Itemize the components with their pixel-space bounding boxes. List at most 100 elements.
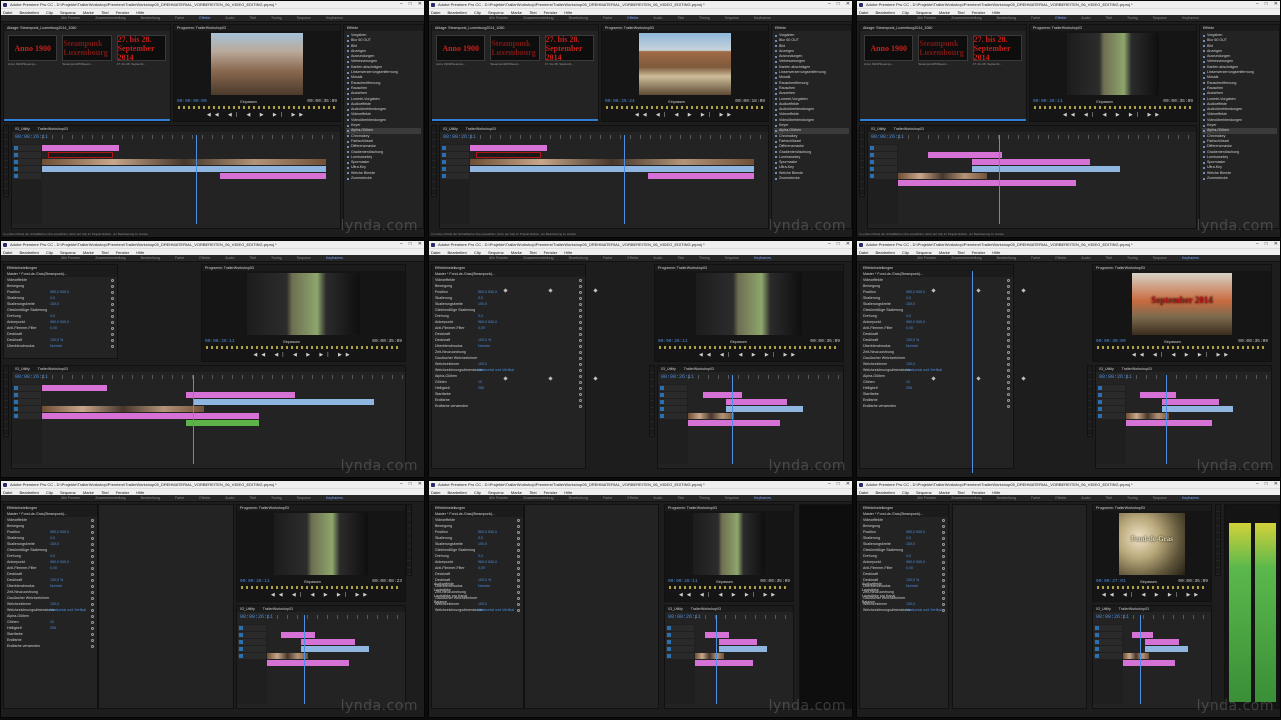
keyframe-marker[interactable] [1021, 288, 1026, 293]
program-current-timecode[interactable]: 00:00:26:11 [1033, 99, 1063, 104]
program-current-timecode[interactable]: 00:00:26:11 [658, 339, 688, 344]
tool-button[interactable] [1088, 408, 1092, 415]
transport-controls[interactable]: ◀◀ ◀| ◀ ▶ ▶| ▶▶ [202, 352, 405, 358]
keyframe-stopwatch-icon[interactable] [1007, 368, 1010, 372]
keyframe-stopwatch-icon[interactable] [579, 278, 582, 282]
tool-button[interactable] [432, 147, 436, 154]
tool-button[interactable] [1088, 380, 1092, 387]
workspace-tab[interactable]: Farbe [175, 256, 184, 260]
timeline-clip[interactable] [1161, 406, 1234, 412]
track-header[interactable] [659, 392, 687, 398]
keyframe-stopwatch-icon[interactable] [1007, 380, 1010, 384]
track-header[interactable] [1094, 632, 1122, 638]
transport-controls[interactable]: ◀◀ ◀| ◀ ▶ ▶| ▶▶ [237, 592, 405, 598]
workspace-tab[interactable]: Zusammenstellung [523, 16, 553, 20]
track-header[interactable] [666, 639, 694, 645]
tool-button[interactable] [4, 140, 8, 147]
timeline-tab[interactable]: 03_Utility [871, 127, 886, 131]
keyframe-stopwatch-icon[interactable] [1007, 278, 1010, 282]
keyframe-stopwatch-icon[interactable] [579, 386, 582, 390]
keyframe-stopwatch-icon[interactable] [91, 638, 94, 642]
track-header[interactable] [13, 173, 41, 179]
keyframe-stopwatch-icon[interactable] [91, 578, 94, 582]
timeline-clip[interactable] [47, 152, 114, 158]
workspace-tab[interactable]: Bearbeitung [569, 496, 588, 500]
timeline-tab[interactable]: TrailerWorkshop03 [684, 367, 714, 371]
minimize-icon[interactable]: – [400, 481, 403, 488]
tool-button[interactable] [1088, 394, 1092, 401]
keyframe-stopwatch-icon[interactable] [91, 572, 94, 576]
transport-controls[interactable]: ◀◀ ◀| ◀ ▶ ▶| ▶▶ [665, 592, 793, 598]
minimize-icon[interactable]: – [400, 241, 403, 248]
maximize-icon[interactable]: □ [409, 481, 412, 488]
audio-waveform-scrubber[interactable] [178, 106, 336, 109]
keyframe-stopwatch-icon[interactable] [579, 398, 582, 402]
tool-button[interactable] [650, 387, 654, 394]
timeline-clip[interactable] [219, 173, 327, 179]
workspace-tab[interactable]: Alle Fenster [917, 496, 936, 500]
tool-button[interactable] [860, 161, 864, 168]
zoom-level-select[interactable]: Einpassen [1140, 580, 1157, 584]
workspace-tab[interactable]: Alle Fenster [61, 16, 80, 20]
audio-waveform-scrubber[interactable] [241, 586, 401, 589]
workspace-tab[interactable]: Audio [1081, 16, 1090, 20]
keyframe-stopwatch-icon[interactable] [91, 602, 94, 606]
keyframe-stopwatch-icon[interactable] [517, 572, 520, 576]
keyframe-stopwatch-icon[interactable] [942, 542, 945, 546]
tool-button[interactable] [650, 422, 654, 429]
workspace-tab[interactable]: Sequenz [297, 496, 311, 500]
maximize-icon[interactable]: □ [837, 1, 840, 8]
keyframe-stopwatch-icon[interactable] [942, 530, 945, 534]
workspace-tab[interactable]: Sequenz [297, 16, 311, 20]
workspace-tab[interactable]: Sequenz [297, 256, 311, 260]
workspace-tab[interactable]: Sequenz [725, 256, 739, 260]
timeline-playhead[interactable] [1140, 615, 1142, 704]
tool-button[interactable] [4, 168, 8, 175]
keyframe-stopwatch-icon[interactable] [579, 332, 582, 336]
keyframe-stopwatch-icon[interactable] [91, 584, 94, 588]
keyframe-stopwatch-icon[interactable] [91, 548, 94, 552]
keyframe-stopwatch-icon[interactable] [91, 560, 94, 564]
workspace-tab[interactable]: Audio [225, 16, 234, 20]
timeline-clip[interactable] [898, 173, 987, 179]
timeline-clip[interactable] [475, 152, 542, 158]
workspace-tab[interactable]: Bearbeitung [141, 16, 160, 20]
workspace-tab[interactable]: Zusammenstellung [951, 256, 981, 260]
tool-button[interactable] [860, 168, 864, 175]
timeline-clip[interactable] [470, 159, 755, 165]
tool-button[interactable] [432, 189, 436, 196]
tool-button[interactable] [1216, 554, 1220, 561]
track-header[interactable] [13, 413, 41, 419]
track-header[interactable] [869, 173, 897, 179]
audio-effect-row[interactable]: Balance [859, 599, 949, 605]
minimize-icon[interactable]: – [400, 1, 403, 8]
keyframe-stopwatch-icon[interactable] [517, 542, 520, 546]
bin-thumbnail[interactable]: Anno 1900 [8, 35, 58, 61]
workspace-tab[interactable]: Zusammenstellung [951, 496, 981, 500]
timeline-clip[interactable] [1123, 660, 1175, 666]
keyframe-stopwatch-icon[interactable] [579, 284, 582, 288]
timeline-tab[interactable]: TrailerWorkshop03 [38, 367, 68, 371]
tool-button[interactable] [407, 568, 411, 575]
keyframe-stopwatch-icon[interactable] [579, 308, 582, 312]
tool-button[interactable] [432, 175, 436, 182]
program-current-timecode[interactable]: 00:00:00:00 [177, 99, 207, 104]
tool-button[interactable] [650, 401, 654, 408]
timeline-playhead[interactable] [195, 135, 197, 224]
effects-tree-item[interactable]: Zoomstrecke [346, 176, 421, 181]
close-icon[interactable]: ✕ [846, 481, 850, 488]
timeline-clip[interactable] [193, 399, 375, 405]
workspace-tab[interactable]: Audio [225, 256, 234, 260]
workspace-tab[interactable]: Zusammenstellung [95, 496, 125, 500]
effect-property-value[interactable]: Normal [50, 343, 62, 349]
timeline-clip[interactable] [267, 660, 349, 666]
workspace-tab[interactable]: Bearbeitung [141, 256, 160, 260]
transport-controls[interactable]: ◀◀ ◀| ◀ ▶ ▶| ▶▶ [1093, 352, 1271, 358]
audio-waveform-scrubber[interactable] [1097, 346, 1267, 349]
keyframe-stopwatch-icon[interactable] [942, 566, 945, 570]
workspace-tab[interactable]: Farbe [175, 16, 184, 20]
timeline-clip[interactable] [647, 173, 755, 179]
tool-button[interactable] [1088, 373, 1092, 380]
keyframe-stopwatch-icon[interactable] [579, 404, 582, 408]
track-header[interactable] [1094, 653, 1122, 659]
